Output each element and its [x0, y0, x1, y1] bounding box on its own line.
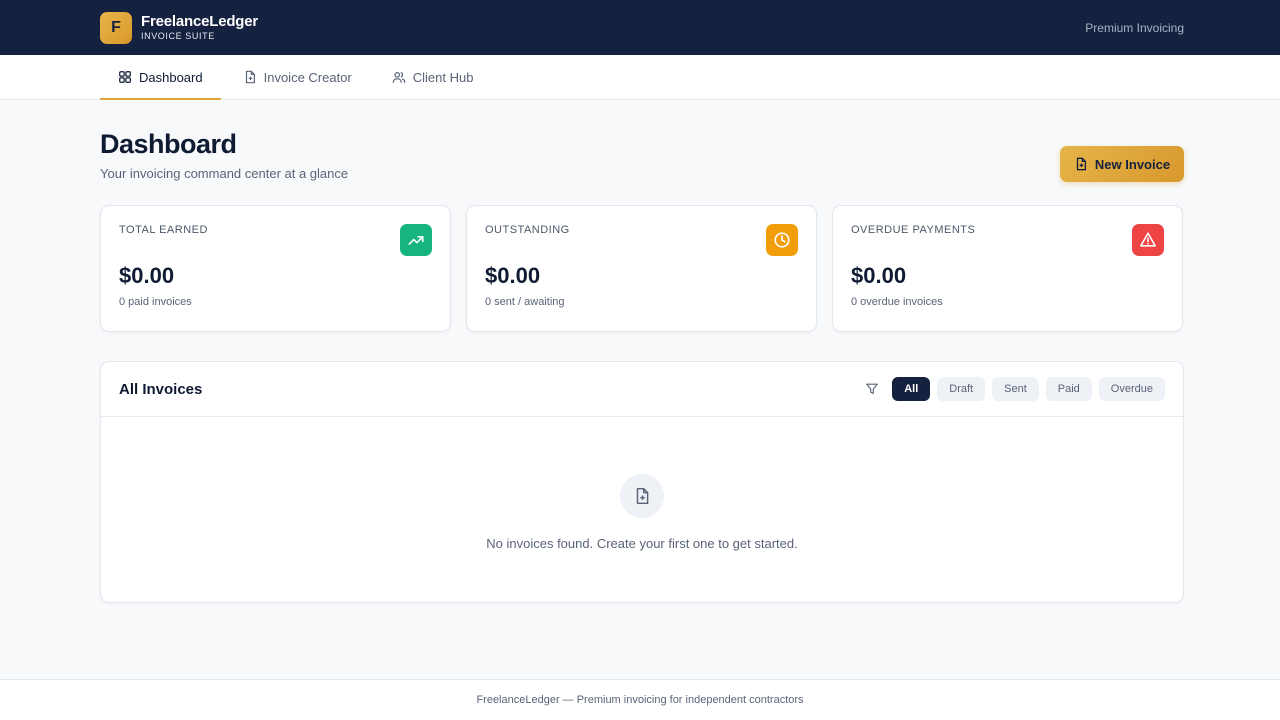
stat-card-overdue: OVERDUE PAYMENTS $0.00 0 overdue invoice…: [832, 205, 1183, 332]
filter-overdue[interactable]: Overdue: [1098, 377, 1165, 401]
filter-icon: [866, 383, 879, 394]
stat-value: $0.00: [485, 263, 541, 288]
main-content: Dashboard Your invoicing command center …: [100, 100, 1184, 603]
stats-row: TOTAL EARNED $0.00 0 paid invoices OUTST…: [100, 205, 1184, 332]
filter-paid[interactable]: Paid: [1045, 377, 1092, 401]
file-plus-icon: [245, 70, 255, 84]
brand-subtitle: INVOICE SUITE: [141, 31, 215, 41]
stat-note: 0 overdue invoices: [851, 296, 943, 308]
top-header: F FreelanceLedger INVOICE SUITE Premium …: [0, 0, 1280, 55]
tab-invoice-creator[interactable]: Invoice Creator: [225, 55, 370, 99]
stat-label: OVERDUE PAYMENTS: [851, 224, 976, 236]
stat-label: OUTSTANDING: [485, 224, 570, 236]
invoices-panel: All Invoices All Draft Sent Paid Overdue…: [100, 361, 1184, 603]
filter-draft[interactable]: Draft: [937, 377, 986, 401]
tab-label: Client Hub: [412, 69, 474, 85]
stat-note: 0 paid invoices: [119, 296, 192, 308]
file-plus-icon: [620, 474, 664, 518]
tab-label: Dashboard: [139, 69, 203, 85]
stat-value: $0.00: [119, 263, 175, 288]
tab-dashboard[interactable]: Dashboard: [100, 55, 221, 100]
brand[interactable]: F FreelanceLedger INVOICE SUITE: [100, 11, 259, 44]
page-subtitle: Your invoicing command center at a glanc…: [100, 165, 349, 181]
brand-name: FreelanceLedger: [141, 13, 259, 30]
stat-card-outstanding: OUTSTANDING $0.00 0 sent / awaiting: [466, 205, 817, 332]
panel-title: All Invoices: [119, 380, 203, 398]
users-icon: [392, 72, 406, 83]
trending-up-icon: [400, 224, 432, 256]
header-tagline: Premium Invoicing: [1085, 20, 1184, 35]
new-invoice-button[interactable]: New Invoice: [1060, 146, 1184, 182]
grid-icon: [119, 71, 131, 83]
filter-sent[interactable]: Sent: [992, 377, 1039, 401]
page-title: Dashboard: [100, 129, 237, 159]
main-nav: Dashboard Invoice Creator Client Hub: [0, 55, 1280, 100]
stat-card-total-earned: TOTAL EARNED $0.00 0 paid invoices: [100, 205, 451, 332]
brand-logo: F: [100, 11, 132, 44]
empty-state-text: No invoices found. Create your first one…: [486, 536, 798, 551]
tab-client-hub[interactable]: Client Hub: [374, 55, 492, 99]
stat-note: 0 sent / awaiting: [485, 296, 565, 308]
stat-label: TOTAL EARNED: [119, 224, 208, 236]
empty-state: No invoices found. Create your first one…: [101, 417, 1183, 551]
footer: FreelanceLedger — Premium invoicing for …: [0, 679, 1280, 720]
invoice-filters: All Draft Sent Paid Overdue: [865, 377, 1165, 401]
tab-label: Invoice Creator: [263, 69, 352, 85]
footer-text: FreelanceLedger — Premium invoicing for …: [476, 694, 804, 706]
new-invoice-label: New Invoice: [1094, 156, 1171, 172]
clock-icon: [766, 224, 798, 256]
alert-triangle-icon: [1132, 224, 1164, 256]
stat-value: $0.00: [851, 263, 907, 288]
file-plus-icon: [1076, 157, 1086, 171]
filter-all[interactable]: All: [892, 377, 931, 401]
